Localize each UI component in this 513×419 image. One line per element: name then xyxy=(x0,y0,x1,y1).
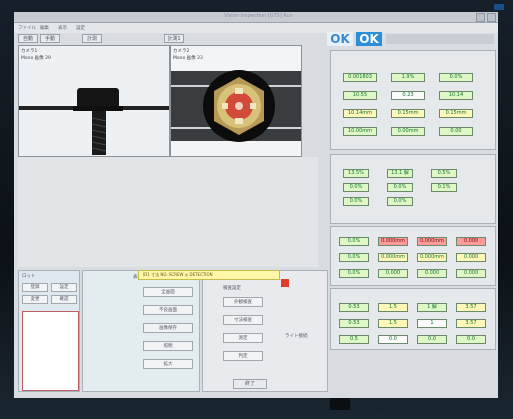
measurement-value: 0.000 xyxy=(456,253,486,262)
measurement-value: 0.0% xyxy=(339,237,369,246)
option-button[interactable]: 全画面 xyxy=(143,287,193,297)
toolbar-measure[interactable]: 計測 xyxy=(82,34,102,43)
measurement-value: 0.53 xyxy=(339,319,369,328)
measurement-value: 0.000mm xyxy=(378,237,408,246)
result-panel-1: 0.001803 1.9% 0.0% 10.55 0.23 10.14 10.14mm 0.1… xyxy=(330,50,496,150)
option-button[interactable]: 拡大 xyxy=(143,359,193,369)
option-button[interactable]: 照明 xyxy=(143,341,193,351)
measurement-value: 0.000mm xyxy=(417,237,447,246)
end-button[interactable]: 終了 xyxy=(233,379,267,389)
monitor-stand xyxy=(330,398,350,410)
result-panel-3: 0.0% 0.000mm 0.000mm 0.000 0.0% 0.000mm 0.000m… xyxy=(330,226,496,286)
measurement-value: 3.57 xyxy=(456,319,486,328)
measurement-value: 1 解 xyxy=(417,303,447,312)
measurement-value: 0.53 xyxy=(339,303,369,312)
lot-register-button[interactable]: 登録 xyxy=(22,283,48,292)
measurement-value: 0.00mm xyxy=(391,127,425,136)
measurement-value: 0.0 xyxy=(417,335,447,344)
bolt-top-image xyxy=(171,70,301,142)
measurement-value: 0.0% xyxy=(339,269,369,278)
lot-settings-button[interactable]: 設定 xyxy=(51,283,77,292)
measurement-value: 13.1 解 xyxy=(387,169,413,178)
status-text: ID1 寸法 NO. SCREW ◎ DETECTION xyxy=(143,272,213,277)
measurement-value: 1.9% xyxy=(391,73,425,82)
measurement-value: 3.57 xyxy=(456,303,486,312)
toolbar-manual[interactable]: 手動 xyxy=(40,34,60,43)
measurement-value: 13.5% xyxy=(343,169,369,178)
option-button[interactable]: 外観検査 xyxy=(223,297,263,307)
minimize-icon[interactable] xyxy=(476,13,485,22)
measurement-value: 0.001803 xyxy=(343,73,377,82)
window-titlebar: Vision Inspection [GT5] Run xyxy=(14,12,498,23)
measurement-value: 10.00mm xyxy=(343,127,377,136)
measurement-value: 0.23 xyxy=(391,91,425,100)
option-button[interactable]: 測定 xyxy=(223,333,263,343)
menu-bar: ファイル 編集 表示 設定 xyxy=(14,23,498,33)
measurement-value: 0.000 xyxy=(456,237,486,246)
measurement-value: 10.14mm xyxy=(343,109,377,118)
measurement-value: 0.0 xyxy=(456,335,486,344)
measurement-value: 0.0% xyxy=(339,253,369,262)
measurement-value: 0.000 xyxy=(378,269,408,278)
lot-change-button[interactable]: 変更 xyxy=(22,295,48,304)
alarm-lamp xyxy=(281,279,289,287)
toolbar-measure1[interactable]: 計測1 xyxy=(164,34,184,43)
camera2-view: カメラ2 Mono 画像 23 xyxy=(170,45,302,157)
close-icon[interactable] xyxy=(487,13,496,22)
lot-confirm-button[interactable]: 確認 xyxy=(51,295,77,304)
light-connection-text: ライト接続 xyxy=(285,334,308,339)
measurement-value: 0.0% xyxy=(343,197,369,206)
screen: Vision Inspection [GT5] Run ファイル 編集 表示 設… xyxy=(14,12,498,398)
option-button[interactable]: 寸法検査 xyxy=(223,315,263,325)
power-led xyxy=(494,4,504,10)
measurement-value: 0.0 xyxy=(378,335,408,344)
ok-indicator-1: OK xyxy=(327,32,353,46)
measurement-value: 0.5% xyxy=(431,169,457,178)
measurement-value: 0.0% xyxy=(439,73,473,82)
measurement-value: 0.15mm xyxy=(439,109,473,118)
result-panel-2: 13.5% 13.1 解 0.5% 0.0% 0.0% 0.1% 0.0% 0.0% xyxy=(330,154,496,224)
display-settings-panel: 表示設定 全画面不良画面画像保存照明拡大 xyxy=(82,270,200,392)
measurement-value: 1.5 xyxy=(378,319,408,328)
status-strip xyxy=(386,34,494,44)
bolt-side-image xyxy=(73,88,123,155)
lot-title: ロット xyxy=(22,274,36,279)
ok-indicator-2: OK xyxy=(356,32,382,46)
measurement-value: 0.1% xyxy=(431,183,457,192)
measurement-value: 0.0% xyxy=(387,197,413,206)
measurement-value: 1.5 xyxy=(378,303,408,312)
measurement-value: 10.14 xyxy=(439,91,473,100)
toolbar-auto[interactable]: 自動 xyxy=(18,34,38,43)
measurement-value: 0.000mm xyxy=(417,253,447,262)
image-area xyxy=(18,157,318,267)
result-panel-4: 0.53 1.5 1 解 3.57 0.53 1.5 1 3.57 0.5 0.0 0.0 0.0 xyxy=(330,288,496,350)
option-button[interactable]: 画像保存 xyxy=(143,323,193,333)
measurement-value: 1 xyxy=(417,319,447,328)
measurement-value: 0.000 xyxy=(417,269,447,278)
menu-edit[interactable]: 編集 xyxy=(40,25,49,31)
option-button[interactable]: 判定 xyxy=(223,351,263,361)
measurement-value: 10.55 xyxy=(343,91,377,100)
measurement-value: 0.000 xyxy=(456,269,486,278)
lot-panel: ロット 登録 設定 変更 確認 xyxy=(18,270,80,392)
camera1-view: カメラ1 Mono 画像 29 xyxy=(18,45,170,157)
menu-file[interactable]: ファイル xyxy=(18,25,36,31)
measurement-value: 0.00 xyxy=(439,127,473,136)
status-bar: ID1 寸法 NO. SCREW ◎ DETECTION xyxy=(138,270,280,280)
measurement-value: 0.0% xyxy=(387,183,413,192)
inspection-settings-panel: 検査設定 外観検査寸法検査測定判定 ライト接続 終了 xyxy=(202,270,328,392)
measurement-value: 0.0% xyxy=(343,183,369,192)
menu-view[interactable]: 表示 xyxy=(58,25,67,31)
window-title: Vision Inspection [GT5] Run xyxy=(224,13,293,19)
lot-table xyxy=(22,311,79,391)
inspection-settings-title: 検査設定 xyxy=(223,286,241,291)
measurement-value: 0.000mm xyxy=(378,253,408,262)
option-button[interactable]: 不良画面 xyxy=(143,305,193,315)
menu-settings[interactable]: 設定 xyxy=(76,25,85,31)
measurement-value: 0.15mm xyxy=(391,109,425,118)
measurement-value: 0.5 xyxy=(339,335,369,344)
